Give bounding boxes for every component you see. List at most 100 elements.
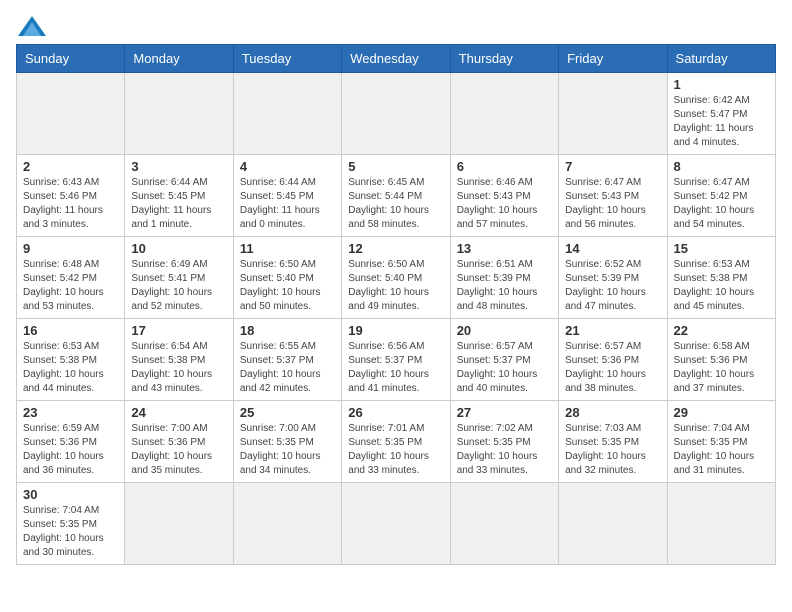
- day-cell: 28 Sunrise: 7:03 AM Sunset: 5:35 PM Dayli…: [559, 401, 667, 483]
- day-cell: 20Sunrise: 6:57 AM Sunset: 5:37 PM Dayli…: [450, 319, 558, 401]
- day-cell: [342, 73, 450, 155]
- day-number: 18: [240, 323, 335, 338]
- day-info: Sunrise: 7:01 AM Sunset: 5:35 PM Dayligh…: [348, 422, 443, 478]
- day-info: Sunrise: 6:59 AM Sunset: 5:36 PM Dayligh…: [23, 422, 118, 478]
- day-cell: 7 Sunrise: 6:47 AM Sunset: 5:43 PM Daylig…: [559, 155, 667, 237]
- day-number: 1: [674, 77, 769, 92]
- day-cell: 9 Sunrise: 6:48 AM Sunset: 5:42 PM Daylig…: [17, 237, 125, 319]
- calendar-container: SundayMondayTuesdayWednesdayThursdayFrid…: [0, 0, 792, 612]
- day-cell: 15Sunrise: 6:53 AM Sunset: 5:38 PM Dayli…: [667, 237, 775, 319]
- day-number: 22: [674, 323, 769, 338]
- day-info: Sunrise: 6:54 AM Sunset: 5:38 PM Dayligh…: [131, 340, 226, 396]
- day-cell: [125, 73, 233, 155]
- day-number: 11: [240, 241, 335, 256]
- day-info: Sunrise: 6:50 AM Sunset: 5:40 PM Dayligh…: [240, 258, 335, 314]
- day-number: 5: [348, 159, 443, 174]
- day-cell: 16Sunrise: 6:53 AM Sunset: 5:38 PM Dayli…: [17, 319, 125, 401]
- day-cell: 22Sunrise: 6:58 AM Sunset: 5:36 PM Dayli…: [667, 319, 775, 401]
- day-cell: 26Sunrise: 7:01 AM Sunset: 5:35 PM Dayli…: [342, 401, 450, 483]
- day-info: Sunrise: 6:44 AM Sunset: 5:45 PM Dayligh…: [131, 176, 226, 232]
- day-info: Sunrise: 6:47 AM Sunset: 5:43 PM Dayligh…: [565, 176, 660, 232]
- day-number: 7: [565, 159, 660, 174]
- day-number: 14: [565, 241, 660, 256]
- weekday-header-tuesday: Tuesday: [233, 45, 341, 73]
- day-info: Sunrise: 6:42 AM Sunset: 5:47 PM Dayligh…: [674, 94, 769, 150]
- day-number: 23: [23, 405, 118, 420]
- day-cell: 17 Sunrise: 6:54 AM Sunset: 5:38 PM Dayli…: [125, 319, 233, 401]
- header-row: [16, 16, 776, 36]
- day-info: Sunrise: 6:56 AM Sunset: 5:37 PM Dayligh…: [348, 340, 443, 396]
- day-cell: 23 Sunrise: 6:59 AM Sunset: 5:36 PM Dayli…: [17, 401, 125, 483]
- day-info: Sunrise: 6:53 AM Sunset: 5:38 PM Dayligh…: [674, 258, 769, 314]
- day-number: 30: [23, 487, 118, 502]
- day-info: Sunrise: 6:53 AM Sunset: 5:38 PM Dayligh…: [23, 340, 118, 396]
- day-number: 3: [131, 159, 226, 174]
- day-info: Sunrise: 7:04 AM Sunset: 5:35 PM Dayligh…: [674, 422, 769, 478]
- day-number: 27: [457, 405, 552, 420]
- day-info: Sunrise: 6:57 AM Sunset: 5:37 PM Dayligh…: [457, 340, 552, 396]
- day-cell: [342, 483, 450, 565]
- weekday-header-wednesday: Wednesday: [342, 45, 450, 73]
- day-number: 28: [565, 405, 660, 420]
- week-row-0: 1 Sunrise: 6:42 AM Sunset: 5:47 PM Daylig…: [17, 73, 776, 155]
- day-cell: [125, 483, 233, 565]
- day-info: Sunrise: 6:52 AM Sunset: 5:39 PM Dayligh…: [565, 258, 660, 314]
- day-cell: [667, 483, 775, 565]
- logo-area: [16, 16, 46, 36]
- day-info: Sunrise: 6:45 AM Sunset: 5:44 PM Dayligh…: [348, 176, 443, 232]
- weekday-header-sunday: Sunday: [17, 45, 125, 73]
- day-info: Sunrise: 6:57 AM Sunset: 5:36 PM Dayligh…: [565, 340, 660, 396]
- day-info: Sunrise: 7:03 AM Sunset: 5:35 PM Dayligh…: [565, 422, 660, 478]
- day-number: 6: [457, 159, 552, 174]
- day-cell: 12 Sunrise: 6:50 AM Sunset: 5:40 PM Dayli…: [342, 237, 450, 319]
- weekday-header-saturday: Saturday: [667, 45, 775, 73]
- day-number: 17: [131, 323, 226, 338]
- weekday-header-thursday: Thursday: [450, 45, 558, 73]
- day-cell: 8Sunrise: 6:47 AM Sunset: 5:42 PM Daylig…: [667, 155, 775, 237]
- day-number: 19: [348, 323, 443, 338]
- day-cell: 25Sunrise: 7:00 AM Sunset: 5:35 PM Dayli…: [233, 401, 341, 483]
- day-number: 13: [457, 241, 552, 256]
- day-number: 29: [674, 405, 769, 420]
- day-number: 24: [131, 405, 226, 420]
- day-info: Sunrise: 6:44 AM Sunset: 5:45 PM Dayligh…: [240, 176, 335, 232]
- weekday-header-row: SundayMondayTuesdayWednesdayThursdayFrid…: [17, 45, 776, 73]
- day-cell: [450, 73, 558, 155]
- day-number: 9: [23, 241, 118, 256]
- day-cell: 10 Sunrise: 6:49 AM Sunset: 5:41 PM Dayli…: [125, 237, 233, 319]
- day-number: 12: [348, 241, 443, 256]
- day-number: 4: [240, 159, 335, 174]
- day-cell: 29 Sunrise: 7:04 AM Sunset: 5:35 PM Dayli…: [667, 401, 775, 483]
- day-cell: 2Sunrise: 6:43 AM Sunset: 5:46 PM Daylig…: [17, 155, 125, 237]
- day-info: Sunrise: 6:43 AM Sunset: 5:46 PM Dayligh…: [23, 176, 118, 232]
- calendar-table: SundayMondayTuesdayWednesdayThursdayFrid…: [16, 44, 776, 565]
- week-row-3: 16Sunrise: 6:53 AM Sunset: 5:38 PM Dayli…: [17, 319, 776, 401]
- day-cell: 6 Sunrise: 6:46 AM Sunset: 5:43 PM Daylig…: [450, 155, 558, 237]
- day-cell: [559, 483, 667, 565]
- day-cell: 24Sunrise: 7:00 AM Sunset: 5:36 PM Dayli…: [125, 401, 233, 483]
- day-cell: 21Sunrise: 6:57 AM Sunset: 5:36 PM Dayli…: [559, 319, 667, 401]
- day-cell: 27 Sunrise: 7:02 AM Sunset: 5:35 PM Dayli…: [450, 401, 558, 483]
- day-number: 25: [240, 405, 335, 420]
- day-info: Sunrise: 6:49 AM Sunset: 5:41 PM Dayligh…: [131, 258, 226, 314]
- day-info: Sunrise: 6:51 AM Sunset: 5:39 PM Dayligh…: [457, 258, 552, 314]
- day-cell: [17, 73, 125, 155]
- day-cell: 13 Sunrise: 6:51 AM Sunset: 5:39 PM Dayli…: [450, 237, 558, 319]
- day-cell: [450, 483, 558, 565]
- logo: [16, 16, 46, 36]
- day-info: Sunrise: 6:48 AM Sunset: 5:42 PM Dayligh…: [23, 258, 118, 314]
- day-cell: 3 Sunrise: 6:44 AM Sunset: 5:45 PM Daylig…: [125, 155, 233, 237]
- day-cell: 30Sunrise: 7:04 AM Sunset: 5:35 PM Dayli…: [17, 483, 125, 565]
- weekday-header-monday: Monday: [125, 45, 233, 73]
- day-info: Sunrise: 6:46 AM Sunset: 5:43 PM Dayligh…: [457, 176, 552, 232]
- day-info: Sunrise: 6:47 AM Sunset: 5:42 PM Dayligh…: [674, 176, 769, 232]
- day-cell: 18 Sunrise: 6:55 AM Sunset: 5:37 PM Dayli…: [233, 319, 341, 401]
- day-cell: [233, 73, 341, 155]
- week-row-2: 9 Sunrise: 6:48 AM Sunset: 5:42 PM Daylig…: [17, 237, 776, 319]
- day-info: Sunrise: 6:50 AM Sunset: 5:40 PM Dayligh…: [348, 258, 443, 314]
- day-info: Sunrise: 6:55 AM Sunset: 5:37 PM Dayligh…: [240, 340, 335, 396]
- week-row-5: 30Sunrise: 7:04 AM Sunset: 5:35 PM Dayli…: [17, 483, 776, 565]
- logo-icon: [18, 16, 46, 36]
- day-number: 10: [131, 241, 226, 256]
- day-info: Sunrise: 7:02 AM Sunset: 5:35 PM Dayligh…: [457, 422, 552, 478]
